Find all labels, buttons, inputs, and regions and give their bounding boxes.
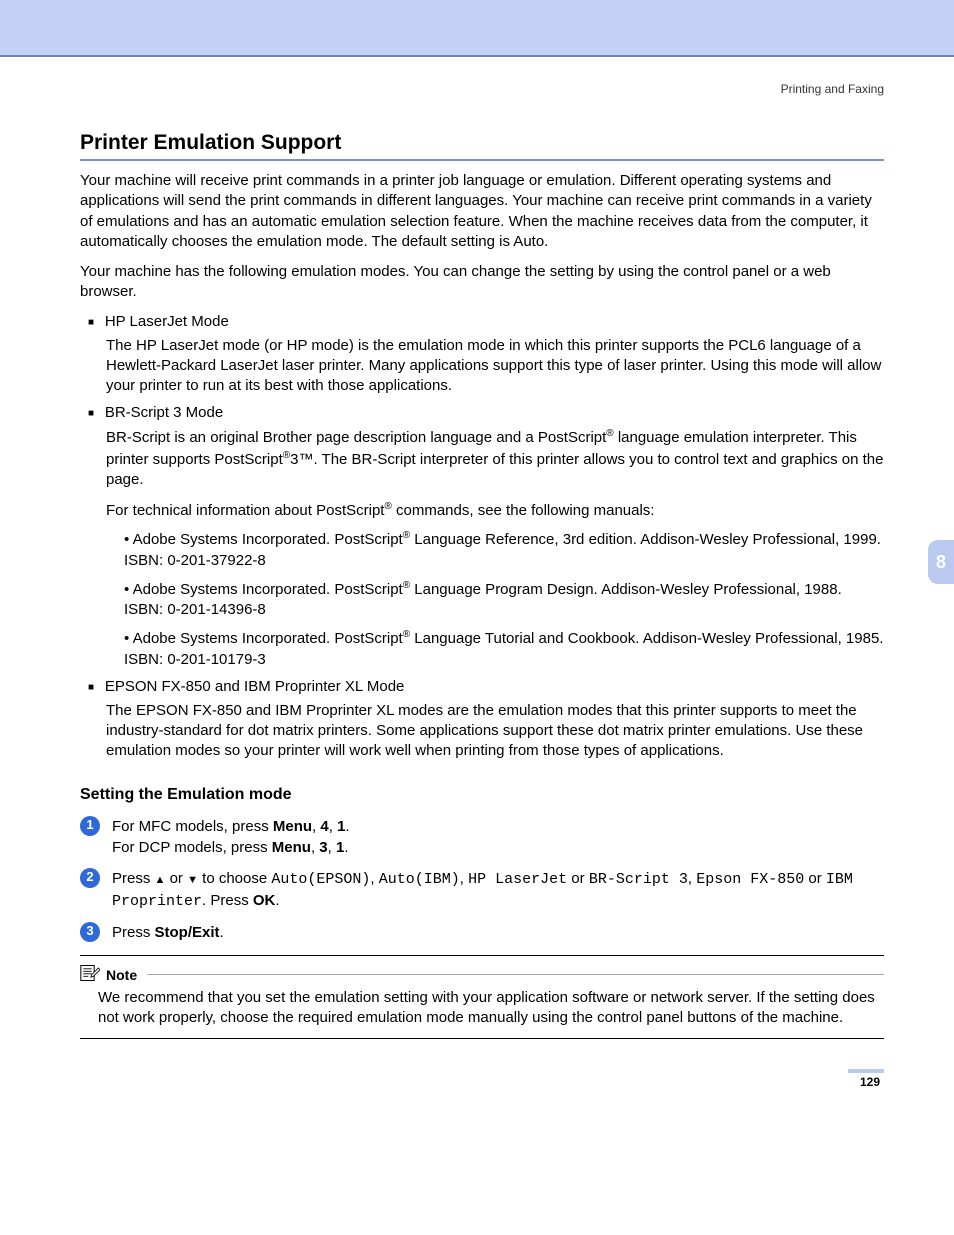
page-title: Printer Emulation Support (80, 131, 884, 161)
reference-item: Adobe Systems Incorporated. PostScript® … (124, 529, 884, 571)
steps-list: 1 For MFC models, press Menu, 4, 1. For … (80, 816, 884, 943)
step-3: 3 Press Stop/Exit. (80, 922, 884, 943)
reference-item: Adobe Systems Incorporated. PostScript® … (124, 628, 884, 670)
mode-desc: BR-Script is an original Brother page de… (106, 427, 884, 490)
note-label: Note (106, 967, 137, 983)
page-content: Printing and Faxing Printer Emulation Su… (0, 57, 954, 1039)
note-body: We recommend that you set the emulation … (98, 988, 884, 1029)
reference-item: Adobe Systems Incorporated. PostScript® … (124, 579, 884, 621)
mode-hp: HP LaserJet Mode The HP LaserJet mode (o… (88, 313, 884, 397)
mode-desc: The EPSON FX-850 and IBM Proprinter XL m… (106, 701, 884, 762)
note-header: Note (80, 964, 884, 986)
up-arrow-icon: ▲ (155, 874, 166, 886)
intro-paragraph-2: Your machine has the following emulation… (80, 262, 884, 303)
intro-paragraph-1: Your machine will receive print commands… (80, 171, 884, 252)
mode-list: HP LaserJet Mode The HP LaserJet mode (o… (80, 313, 884, 762)
mode-desc: For technical information about PostScri… (106, 500, 884, 521)
step-2: 2 Press ▲ or ▼ to choose Auto(EPSON), Au… (80, 868, 884, 912)
step-badge-icon: 2 (80, 868, 100, 888)
subheading: Setting the Emulation mode (80, 786, 884, 804)
footer: 129 (0, 1069, 954, 1120)
note-block: Note We recommend that you set the emula… (80, 955, 884, 1040)
mode-title: BR-Script 3 Mode (88, 404, 884, 421)
step-badge-icon: 1 (80, 816, 100, 836)
mode-title: HP LaserJet Mode (88, 313, 884, 330)
mode-title: EPSON FX-850 and IBM Proprinter XL Mode (88, 678, 884, 695)
page-number: 129 (848, 1069, 884, 1089)
breadcrumb: Printing and Faxing (80, 82, 884, 96)
down-arrow-icon: ▼ (187, 874, 198, 886)
reference-list: Adobe Systems Incorporated. PostScript® … (124, 529, 884, 670)
note-icon (80, 964, 100, 986)
mode-epson: EPSON FX-850 and IBM Proprinter XL Mode … (88, 678, 884, 762)
step-badge-icon: 3 (80, 922, 100, 942)
mode-desc: The HP LaserJet mode (or HP mode) is the… (106, 336, 884, 397)
mode-brscript: BR-Script 3 Mode BR-Script is an origina… (88, 404, 884, 670)
divider (147, 974, 884, 975)
step-1: 1 For MFC models, press Menu, 4, 1. For … (80, 816, 884, 858)
header-bar (0, 0, 954, 57)
